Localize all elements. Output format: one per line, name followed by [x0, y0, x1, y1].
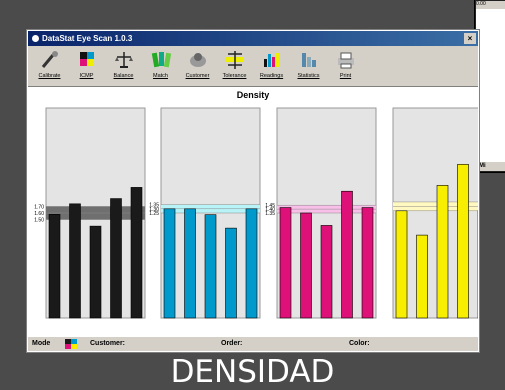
caption: DENSIDAD: [170, 354, 335, 390]
scale-icon: [113, 49, 135, 69]
density-bar-black: [89, 225, 102, 319]
toolbar-button-calibrate[interactable]: Calibrate: [32, 46, 67, 84]
customer-label: Customer:: [90, 340, 126, 347]
density-chart-area: Density 1.70 1.60 1.50 1.35 1.30 1.25 1.45 1.40…: [28, 87, 478, 337]
toolbar-button-label: Match: [153, 73, 168, 79]
toolbar-button-readings[interactable]: Readings: [254, 46, 289, 84]
toolbar-button-label: Balance: [113, 73, 134, 79]
customer-icon: [187, 49, 209, 69]
toolbar: Calibrate ICMP Balance Match Customer Toleran…: [28, 46, 478, 87]
color-label: Color:: [349, 340, 370, 347]
mode-color-icon[interactable]: [65, 339, 77, 349]
tick-label: 1.35: [265, 211, 275, 217]
density-bar-magenta: [341, 190, 353, 319]
density-bar-magenta: [320, 225, 333, 319]
probe-icon: [39, 49, 61, 69]
tick-label: 1.25: [149, 211, 159, 217]
toolbar-button-balance[interactable]: Balance: [106, 46, 141, 84]
density-bar-black: [110, 198, 122, 319]
density-bar-yellow: [436, 185, 449, 319]
density-bar-yellow: [395, 210, 408, 319]
density-bar-yellow: [457, 164, 469, 319]
density-bar-black: [130, 187, 143, 319]
tick-label: 1.60: [34, 211, 44, 217]
swatch-icon: [150, 49, 172, 69]
density-bar-cyan: [245, 208, 258, 319]
tick-label: 1.50: [34, 218, 44, 224]
toolbar-button-statistics[interactable]: Statistics: [291, 46, 326, 84]
toolbar-button-tolerance[interactable]: Tolerance: [217, 46, 252, 84]
toolbar-button-label: Print: [339, 73, 352, 79]
close-button[interactable]: ×: [464, 33, 476, 44]
density-bar-magenta: [300, 212, 312, 319]
order-label: Order:: [221, 340, 243, 347]
density-bar-cyan: [225, 227, 237, 319]
density-bar-black: [69, 203, 81, 319]
print-icon: [335, 49, 357, 69]
density-chart: 1.701.601.501.351.301.251.451.401.35: [34, 107, 478, 319]
density-bar-cyan: [184, 208, 196, 319]
toolbar-button-label: Tolerance: [222, 73, 247, 79]
toolbar-button-label: ICMP: [79, 73, 94, 79]
density-bar-magenta: [361, 207, 374, 319]
density-bar-black: [48, 214, 61, 319]
density-bar-cyan: [163, 208, 176, 319]
toolbar-button-customer[interactable]: Customer: [180, 46, 215, 84]
density-bar-cyan: [204, 214, 217, 319]
toolbar-button-label: Statistics: [297, 73, 320, 79]
readings-icon: [261, 49, 283, 69]
density-bar-yellow: [416, 234, 428, 319]
background-window-footer: Mi: [476, 162, 505, 171]
toolbar-button-icmp[interactable]: ICMP: [69, 46, 104, 84]
tick-label: 1.70: [34, 204, 44, 210]
title-bar: DataStat Eye Scan 1.0.3 ×: [28, 31, 478, 46]
status-bar: Mode Customer: Order: Color:: [28, 336, 478, 351]
mode-label: Mode: [32, 340, 51, 347]
toolbar-button-label: Customer: [185, 73, 210, 79]
app-window: DataStat Eye Scan 1.0.3 × Calibrate ICMP B…: [27, 30, 479, 352]
background-window: 0.00 Mi: [475, 0, 505, 172]
density-bar-magenta: [279, 207, 292, 319]
toolbar-button-print[interactable]: Print: [328, 46, 363, 84]
background-window-header: 0.00: [476, 1, 505, 9]
statistics-icon: [298, 49, 320, 69]
tolerance-icon: [224, 49, 246, 69]
toolbar-button-label: Calibrate: [38, 73, 61, 79]
app-logo-icon: [32, 35, 39, 42]
color-patch-icon: [76, 49, 98, 69]
window-title: DataStat Eye Scan 1.0.3: [42, 34, 133, 43]
toolbar-button-match[interactable]: Match: [143, 46, 178, 84]
toolbar-button-label: Readings: [259, 73, 284, 79]
